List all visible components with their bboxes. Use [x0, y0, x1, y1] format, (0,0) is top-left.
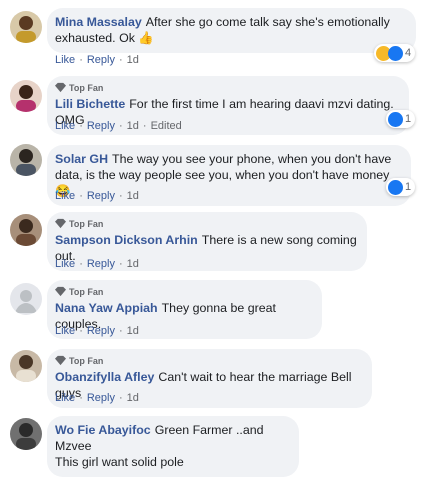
separator: ·	[79, 325, 83, 337]
separator: ·	[118, 190, 123, 202]
avatar[interactable]	[10, 144, 42, 176]
like-icon	[388, 45, 403, 61]
reaction-count: 1	[405, 113, 412, 125]
avatar[interactable]	[10, 214, 42, 246]
edited-label[interactable]: Edited	[151, 120, 182, 132]
like-icon	[388, 179, 403, 195]
timestamp[interactable]: 1d	[127, 120, 139, 132]
comment-actions: Like · Reply · 1d	[55, 325, 143, 337]
separator: ·	[79, 120, 83, 132]
comment-actions: Like · Reply · 1d	[55, 54, 143, 66]
separator: ·	[79, 258, 83, 270]
timestamp[interactable]: 1d	[127, 190, 139, 202]
reaction-count: 1	[405, 181, 412, 193]
separator: ·	[118, 54, 123, 66]
diamond-icon	[55, 218, 66, 229]
separator: ·	[118, 325, 123, 337]
avatar[interactable]	[10, 283, 42, 315]
like-button[interactable]: Like	[55, 190, 75, 202]
avatar[interactable]	[10, 11, 42, 43]
reaction-count: 4	[405, 47, 412, 59]
author-name[interactable]: Nana Yaw Appiah	[55, 301, 158, 315]
timestamp[interactable]: 1d	[127, 392, 139, 404]
reply-button[interactable]: Reply	[87, 258, 115, 270]
reply-button[interactable]: Reply	[87, 325, 115, 337]
comment-actions: Like · Reply · 1d · Edited	[55, 120, 186, 132]
top-fan-badge: Top Fan	[55, 355, 362, 366]
comment-bubble: Mina Massalay After she go come talk say …	[47, 8, 416, 53]
reaction-summary[interactable]: 4	[374, 44, 416, 62]
timestamp[interactable]: 1d	[127, 54, 139, 66]
comment-actions: Like · Reply · 1d	[55, 258, 143, 270]
comment-text-line-2: This girl want solid pole	[55, 455, 184, 469]
author-name[interactable]: Obanzifylla Afley	[55, 370, 154, 384]
separator: ·	[79, 190, 83, 202]
diamond-icon	[55, 82, 66, 93]
separator: ·	[79, 392, 83, 404]
like-button[interactable]: Like	[55, 120, 75, 132]
reply-button[interactable]: Reply	[87, 392, 115, 404]
like-button[interactable]: Like	[55, 392, 75, 404]
top-fan-badge: Top Fan	[55, 82, 399, 93]
reply-button[interactable]: Reply	[87, 54, 115, 66]
top-fan-badge: Top Fan	[55, 286, 312, 297]
avatar[interactable]	[10, 350, 42, 382]
like-button[interactable]: Like	[55, 325, 75, 337]
diamond-icon	[55, 355, 66, 366]
reaction-summary[interactable]: 1	[386, 110, 416, 128]
comment-actions: Like · Reply · 1d	[55, 392, 143, 404]
avatar[interactable]	[10, 80, 42, 112]
like-icon	[388, 111, 403, 127]
separator: ·	[79, 54, 83, 66]
timestamp[interactable]: 1d	[127, 258, 139, 270]
separator: ·	[118, 120, 123, 132]
separator: ·	[118, 392, 123, 404]
reply-button[interactable]: Reply	[87, 190, 115, 202]
author-name[interactable]: Solar GH	[55, 152, 108, 166]
comment-actions: Like · Reply · 1d	[55, 190, 143, 202]
top-fan-badge: Top Fan	[55, 218, 357, 229]
reaction-summary[interactable]: 1	[386, 178, 416, 196]
separator: ·	[118, 258, 123, 270]
diamond-icon	[55, 286, 66, 297]
author-name[interactable]: Mina Massalay	[55, 15, 142, 29]
author-name[interactable]: Wo Fie Abayifoc	[55, 423, 151, 437]
like-button[interactable]: Like	[55, 258, 75, 270]
separator: ·	[142, 120, 147, 132]
comment-bubble: Wo Fie Abayifoc Green Farmer ..and Mzvee …	[47, 416, 299, 477]
reply-button[interactable]: Reply	[87, 120, 115, 132]
avatar[interactable]	[10, 418, 42, 450]
like-button[interactable]: Like	[55, 54, 75, 66]
timestamp[interactable]: 1d	[127, 325, 139, 337]
author-name[interactable]: Sampson Dickson Arhin	[55, 233, 198, 247]
author-name[interactable]: Lili Bichette	[55, 97, 125, 111]
